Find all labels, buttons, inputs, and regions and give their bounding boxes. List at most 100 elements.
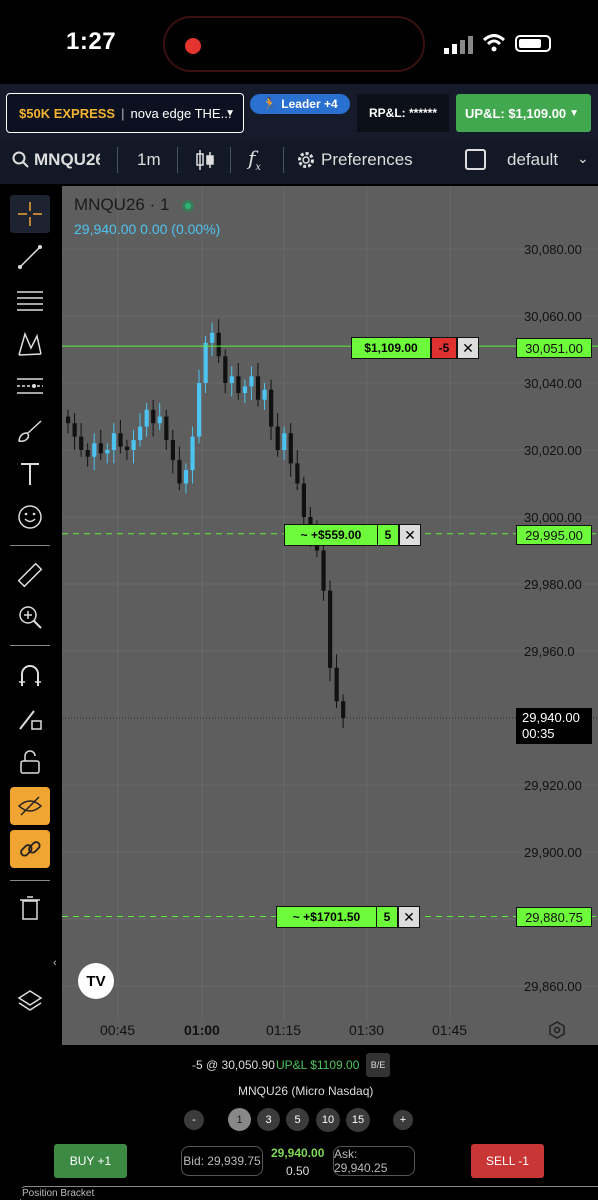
x-tick-label: 00:45 [100,1022,135,1038]
delete-tool[interactable] [10,889,50,927]
candle-body [66,416,71,424]
candle-body [301,483,306,517]
candle-body [203,342,208,383]
tp1-price-label: 29,995.00 [516,525,592,545]
brush-icon [18,420,42,442]
chart-settings-icon[interactable] [548,1021,566,1039]
breakeven-button[interactable]: B/E [366,1053,390,1077]
gear-icon[interactable] [296,150,316,170]
unlock-tool[interactable] [10,743,50,781]
y-tick-label: 30,040.00 [524,376,582,391]
qty-option-10[interactable]: 10 [316,1108,340,1132]
spread: 0.50 [286,1164,310,1178]
qty-option-15[interactable]: 15 [346,1108,370,1132]
magnet-icon [19,665,41,686]
candle-body [197,383,202,437]
search-icon[interactable] [12,151,30,169]
smiley-icon [18,505,42,529]
tp1-close-button[interactable]: ✕ [399,524,421,546]
candle-body [275,426,280,450]
entry-pnl-tag[interactable]: $1,109.00 [351,337,431,359]
link-tool[interactable] [10,830,50,868]
candle-body [144,409,149,427]
fib-tool[interactable] [10,282,50,320]
entry-close-button[interactable]: ✕ [457,337,479,359]
candle-body [92,443,97,457]
candle-body [111,433,117,450]
entry-qty: -5 [431,337,457,359]
account-selector[interactable]: $50K EXPRESS | nova edge THE... ▼ [6,93,244,133]
qty-increase-button[interactable]: + [393,1110,413,1130]
candle-body [85,450,90,457]
indicators-button[interactable]: fx [248,146,261,173]
tp2-pnl-tag[interactable]: ~ +$1701.50 [276,906,377,928]
preferences-button[interactable]: Preferences [321,150,413,170]
candle-body [190,436,195,471]
collapse-toolbar-icon[interactable]: ‹ [53,957,57,969]
candle-body [164,416,169,440]
hide-drawings-tool[interactable] [10,787,50,825]
text-tool[interactable] [10,455,50,493]
candle-body [157,416,162,424]
layout-selector[interactable]: default [507,150,558,170]
candle-body [151,409,156,424]
trash-icon [20,896,40,920]
candle-body [229,376,234,383]
tp1-pnl-tag[interactable]: ~ +$559.00 [284,524,378,546]
last-price: 29,940.00 [271,1146,325,1160]
interval-selector[interactable]: 1m [137,150,161,170]
candle-body [72,423,77,437]
qty-decrease-button[interactable]: - [184,1110,204,1130]
x-tick-label: 01:00 [184,1022,220,1038]
text-icon [21,463,39,485]
account-sub: nova edge THE... [130,105,232,121]
layers-tool[interactable] [10,982,50,1020]
leader-badge[interactable]: 🏃 Leader +4 [250,94,350,114]
chart-quote: 29,940.00 0.00 (0.00%) [74,221,221,237]
magnet-tool[interactable] [10,656,50,694]
emoji-tool[interactable] [10,498,50,536]
entry-price-label: 30,051.00 [516,338,592,358]
crosshair-tool[interactable] [10,195,50,233]
checkbox[interactable] [465,149,486,170]
lock-drawing-tool[interactable] [10,700,50,738]
trendline-tool[interactable] [10,238,50,276]
status-time: 1:27 [66,28,117,55]
brush-tool[interactable] [10,412,50,450]
layers-icon [17,990,43,1011]
candle-body [321,550,326,591]
pattern-tool[interactable] [10,325,50,363]
candle-body [269,389,274,427]
forecast-tool[interactable] [10,368,50,406]
zoom-tool[interactable] [10,598,50,636]
link-icon [20,841,41,857]
qty-option-5[interactable]: 5 [286,1108,309,1131]
dynamic-island [163,16,425,72]
qty-option-3[interactable]: 3 [257,1108,280,1131]
current-price: 29,940.00 [522,710,580,725]
y-tick-label: 29,900.00 [524,845,582,860]
bid-price[interactable]: Bid: 29,939.75 [181,1146,263,1176]
candle-body [131,439,136,450]
x-tick-label: 01:15 [266,1022,301,1038]
candle-body [183,470,189,484]
account-name: $50K EXPRESS [19,105,116,121]
chevron-down-icon[interactable]: ⌄ [577,150,589,167]
candle-body [170,439,175,461]
ruler-tool[interactable] [10,556,50,594]
current-price-box: 29,940.00 00:35 [516,708,592,744]
tp2-qty: 5 [376,906,398,928]
chart-symbol: MNQU26 · 1 [74,195,170,214]
tp2-close-button[interactable]: ✕ [398,906,420,928]
x-tick-label: 01:45 [432,1022,467,1038]
ask-price[interactable]: Ask: 29,940.25 [333,1146,415,1176]
symbol-input[interactable]: MNQU26 [34,150,100,170]
chart-symbol-title: MNQU26 · 1 [74,195,195,215]
position-bracket-panel[interactable] [20,1186,598,1200]
buy-button[interactable]: BUY +1 [54,1144,127,1178]
upl-dropdown[interactable]: UP&L: $1,109.00 ▼ [456,94,591,132]
candles-icon[interactable] [195,148,215,172]
y-tick-label: 29,980.00 [524,577,582,592]
qty-option-1[interactable]: 1 [228,1108,251,1131]
sell-button[interactable]: SELL -1 [471,1144,544,1178]
